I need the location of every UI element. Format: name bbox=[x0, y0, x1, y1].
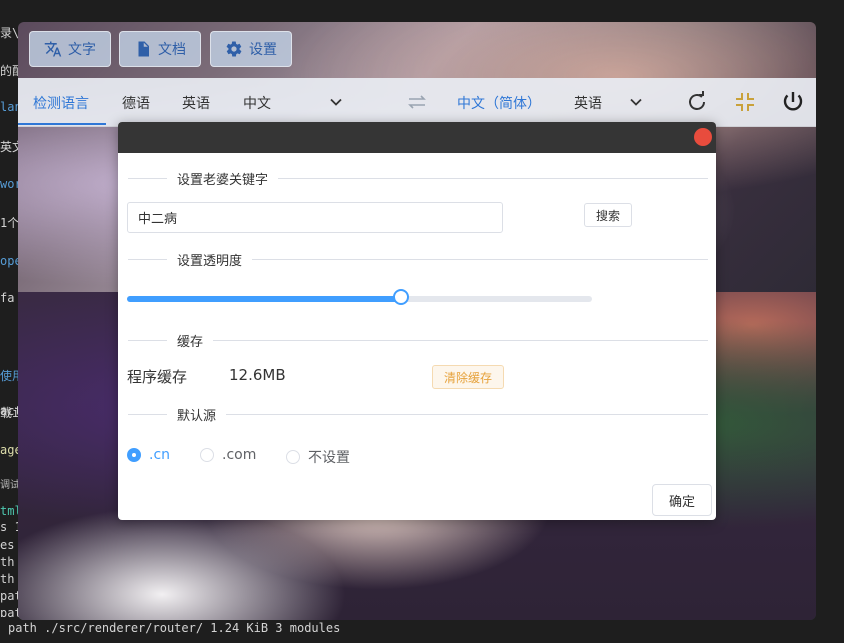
cache-section-title: 缓存 bbox=[167, 331, 214, 350]
editor-line: th bbox=[0, 555, 15, 569]
editor-line: th bbox=[0, 572, 15, 586]
cache-size: 12.6MB bbox=[229, 366, 286, 384]
toolbar: 文字 文档 设置 bbox=[18, 22, 816, 78]
dialog-header bbox=[118, 122, 716, 153]
terminal-line: path ./src/renderer/router/ 1.24 KiB 3 m… bbox=[8, 621, 341, 635]
cache-label: 程序缓存 bbox=[127, 368, 188, 386]
text-tab-button[interactable]: 文字 bbox=[29, 31, 111, 67]
target-lang-chevron-down-icon[interactable] bbox=[629, 95, 643, 109]
compress-icon[interactable] bbox=[733, 90, 757, 114]
cache-section-divider: 缓存 bbox=[128, 331, 708, 351]
refresh-icon[interactable] bbox=[685, 90, 709, 114]
radio-dot-icon[interactable] bbox=[200, 448, 214, 462]
source-option-label: .cn bbox=[149, 447, 171, 463]
settings-dialog: 设置老婆关键字 搜索 设置透明度 缓存 程序缓存 12.6MB 清除缓存 默认源… bbox=[118, 122, 716, 520]
source-lang-german[interactable]: 德语 bbox=[122, 93, 150, 113]
source-section-title: 默认源 bbox=[167, 405, 227, 424]
source-option-label: .com bbox=[222, 447, 257, 463]
source-lang-chevron-down-icon[interactable] bbox=[329, 95, 343, 109]
keyword-section-title: 设置老婆关键字 bbox=[167, 169, 279, 188]
settings-tab-label: 设置 bbox=[249, 42, 277, 58]
source-option-label: 不设置 bbox=[308, 450, 350, 466]
target-lang-chinese-simplified[interactable]: 中文（简体） bbox=[457, 93, 541, 113]
text-tab-label: 文字 bbox=[68, 42, 96, 58]
doc-tab-button[interactable]: 文档 bbox=[119, 31, 201, 67]
radio-dot-icon[interactable] bbox=[127, 448, 141, 462]
confirm-button[interactable]: 确定 bbox=[652, 484, 712, 516]
keyword-section-divider: 设置老婆关键字 bbox=[128, 169, 708, 189]
source-option-radio[interactable]: .com bbox=[200, 447, 256, 463]
power-icon[interactable] bbox=[781, 90, 805, 114]
source-lang-chinese[interactable]: 中文 bbox=[243, 93, 271, 113]
editor-line: 调试 bbox=[0, 480, 20, 491]
opacity-section-title: 设置透明度 bbox=[167, 250, 253, 269]
close-icon[interactable] bbox=[694, 128, 712, 146]
document-icon bbox=[138, 41, 149, 57]
source-lang-detect[interactable]: 检测语言 bbox=[33, 93, 89, 113]
source-section-divider: 默认源 bbox=[128, 405, 708, 425]
settings-tab-button[interactable]: 设置 bbox=[210, 31, 292, 67]
opacity-slider-handle[interactable] bbox=[393, 289, 410, 305]
terminal-output: path ./src/renderer/router/ 1.24 KiB 3 m… bbox=[0, 617, 844, 643]
search-button[interactable]: 搜索 bbox=[584, 203, 632, 227]
editor-line: es bbox=[0, 538, 15, 552]
editor-line: 录\ bbox=[0, 26, 20, 40]
editor-line: fa bbox=[0, 291, 15, 305]
source-option-radio[interactable]: .cn bbox=[127, 447, 170, 463]
editor-line: 1个 bbox=[0, 216, 20, 230]
translate-icon bbox=[44, 41, 62, 57]
keyword-input[interactable] bbox=[127, 202, 503, 233]
radio-dot-icon[interactable] bbox=[286, 450, 300, 464]
target-lang-english[interactable]: 英语 bbox=[574, 93, 602, 113]
doc-tab-label: 文档 bbox=[158, 42, 186, 58]
clear-cache-button[interactable]: 清除缓存 bbox=[432, 365, 504, 389]
source-lang-english[interactable]: 英语 bbox=[182, 93, 210, 113]
opacity-slider[interactable] bbox=[127, 289, 592, 305]
source-option-radio[interactable]: 不设置 bbox=[286, 447, 350, 467]
language-bar: 检测语言 德语 英语 中文 中文（简体） 英语 bbox=[18, 78, 816, 127]
swap-languages-icon[interactable] bbox=[406, 94, 428, 110]
active-tab-indicator bbox=[18, 123, 106, 125]
opacity-slider-fill bbox=[127, 296, 402, 302]
gear-icon bbox=[226, 41, 242, 57]
opacity-section-divider: 设置透明度 bbox=[128, 250, 708, 270]
